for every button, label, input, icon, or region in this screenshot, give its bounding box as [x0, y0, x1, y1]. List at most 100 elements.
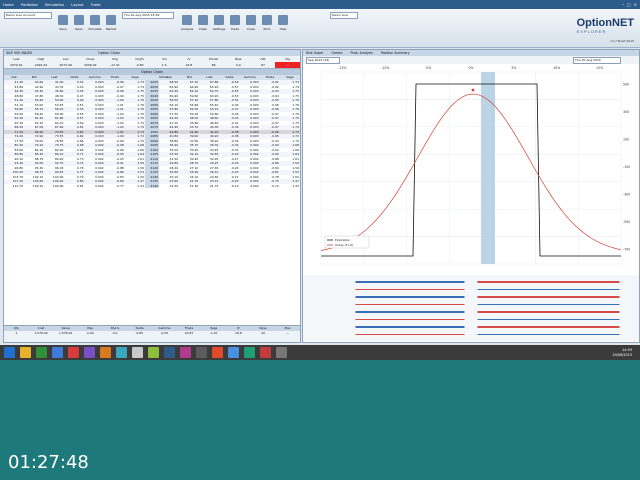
totals-value: -1.67 — [209, 331, 218, 335]
menu-portfolios[interactable]: Portfolios — [21, 3, 38, 7]
help-icon — [278, 15, 288, 25]
chain-cell[interactable]: -0.72 — [260, 184, 280, 189]
ribbon-button-market[interactable]: Market — [104, 15, 118, 35]
ribbon-button-save[interactable]: Save — [56, 15, 70, 35]
chain-cell[interactable]: 21.30 — [179, 184, 199, 189]
chain-cell[interactable]: 0.81 — [64, 184, 84, 189]
ribbon-button-label: Save — [59, 27, 67, 31]
logo-subtext: EXPLORER — [576, 29, 607, 34]
ribbon-button-label: Simulate — [88, 27, 102, 31]
x-tick-label: 10% — [553, 66, 560, 70]
greek-strip — [306, 296, 636, 298]
windows-taskbar: 14:59 20/08/2015 — [0, 345, 640, 360]
chain-cell[interactable]: 110.70 — [4, 184, 24, 189]
risk-graph[interactable]: -15% -10% -5% 0% 5% 10% 15% 500 300 100 -100 -300 -5… — [303, 64, 639, 274]
expiry-combo[interactable]: Sep 2015 (29) — [306, 57, 340, 64]
chain-cell[interactable]: 109.90 — [44, 184, 64, 189]
y-tick-label: -300 — [623, 192, 630, 196]
ribbon-button-trade[interactable]: Trade — [228, 15, 242, 35]
taskbar-notepad-icon[interactable] — [132, 347, 143, 358]
save-icon — [58, 15, 68, 25]
totals-value: 0.00 — [86, 331, 94, 335]
totals-value: 1,576.00 — [58, 331, 73, 335]
greek-strip — [306, 326, 636, 328]
taskbar-word-icon[interactable] — [116, 347, 127, 358]
legend-today: Today (T+0) — [334, 243, 353, 247]
chain-icon — [198, 15, 208, 25]
menu-trade[interactable]: Trade — [91, 3, 101, 7]
chain-cell[interactable]: 22.20 — [159, 184, 179, 189]
ribbon-button-help[interactable]: Help — [276, 15, 290, 35]
menu-layout[interactable]: Layout — [71, 3, 83, 7]
ribbon-button-settings[interactable]: Settings — [212, 15, 226, 35]
clock-date: 20/08/2015 — [612, 352, 632, 357]
taskbar-chrome-icon[interactable] — [212, 347, 223, 358]
totals-value: -0.05 — [160, 331, 169, 335]
account-combo[interactable]: Demo Live Account — [4, 12, 52, 19]
chain-row[interactable]: 110.70 109.10 109.90 0.81 0.002 -0.77 1.43 2140… — [4, 183, 300, 189]
ribbon-button-simulate[interactable]: Simulate — [88, 15, 102, 35]
ribbon-button-print[interactable]: Print — [260, 15, 274, 35]
taskbar-folder-icon[interactable] — [36, 347, 47, 358]
taskbar-mail-icon[interactable] — [100, 347, 111, 358]
chain-cell[interactable]: 0.002 — [240, 184, 260, 189]
taskbar-ie-icon[interactable] — [68, 347, 79, 358]
totals-value: 0.85 — [136, 331, 143, 335]
taskbar-start-icon[interactable] — [4, 347, 15, 358]
taskbar-media-icon[interactable] — [52, 347, 63, 358]
greek-strip — [306, 281, 636, 283]
right-combo[interactable]: Demo Live — [330, 12, 358, 19]
ribbon-button-chain[interactable]: Chain — [196, 15, 210, 35]
taskbar-outlook-icon[interactable] — [180, 347, 191, 358]
x-tick-label: 5% — [511, 66, 516, 70]
open-icon — [74, 15, 84, 25]
system-clock[interactable]: 14:59 20/08/2015 — [612, 348, 632, 357]
close-button[interactable]: × — [634, 2, 637, 7]
quote-value: 2092.29 — [34, 63, 48, 67]
position-totals: Qty Cost Value P&L P&L% Delta Gamma Theta Vega IV… — [3, 325, 301, 343]
taskbar-ppt-icon[interactable] — [228, 347, 239, 358]
taskbar-excel-icon[interactable] — [164, 347, 175, 358]
chain-cell[interactable]: 0.002 — [85, 184, 105, 189]
greek-strip — [306, 311, 636, 313]
menu-home[interactable]: Home — [3, 3, 14, 7]
chain-cell[interactable]: -0.77 — [105, 184, 125, 189]
quote-value: -0.83 — [135, 63, 144, 67]
totals-value: 1 — [15, 331, 18, 335]
taskbar-firefox-icon[interactable] — [244, 347, 255, 358]
analysis-icon — [182, 15, 192, 25]
chain-cell[interactable]: 1.43 — [280, 184, 300, 189]
taskbar-optionnet-icon[interactable] — [260, 347, 271, 358]
x-tick-label: -15% — [338, 66, 346, 70]
menu-simulation[interactable]: Simulation — [45, 3, 64, 7]
taskbar-paint-icon[interactable] — [148, 347, 159, 358]
totals-value: — — [286, 331, 290, 335]
chain-cell[interactable]: -0.19 — [219, 184, 239, 189]
ribbon-button-label: Help — [279, 27, 287, 31]
taskbar-misc-icon[interactable] — [276, 347, 287, 358]
ribbon-button-label: Trade — [230, 27, 240, 31]
ribbon-button-open[interactable]: Open — [72, 15, 86, 35]
date-combo[interactable]: Thu 20 Aug 2015 14:59 — [122, 12, 174, 19]
chain-cell[interactable]: 1.43 — [125, 184, 145, 189]
maximize-button[interactable]: □ — [627, 2, 631, 7]
ribbon-button-analysis[interactable]: Analysis — [180, 15, 194, 35]
risk-graph-panel: Risk Graph Greeks Prob. Analysis Position S… — [302, 49, 640, 343]
chain-cell[interactable]: 21.75 — [199, 184, 219, 189]
quote-value: 18.8 — [185, 63, 193, 67]
taskbar-store-icon[interactable] — [84, 347, 95, 358]
totals-value: 0.0 — [112, 331, 118, 335]
quote-value: 2096.92 — [84, 63, 97, 67]
window-controls: – □ × — [622, 2, 637, 7]
taskbar-explorer-icon[interactable] — [20, 347, 31, 358]
ribbon-button-close[interactable]: Close — [244, 15, 258, 35]
chain-cell[interactable]: 109.10 — [24, 184, 44, 189]
current-price-marker[interactable] — [471, 88, 475, 92]
quote-value: 0.0 — [235, 63, 241, 67]
trade-icon — [230, 15, 240, 25]
graph-date-combo[interactable]: Thu 20 Aug 2015 — [573, 57, 621, 64]
chain-cell[interactable]: 2140 — [144, 183, 159, 188]
taskbar-calc-icon[interactable] — [196, 347, 207, 358]
minimize-button[interactable]: – — [622, 2, 624, 7]
ribbon-toolbar: Demo Live Account Thu 20 Aug 2015 14:59 … — [0, 9, 640, 48]
